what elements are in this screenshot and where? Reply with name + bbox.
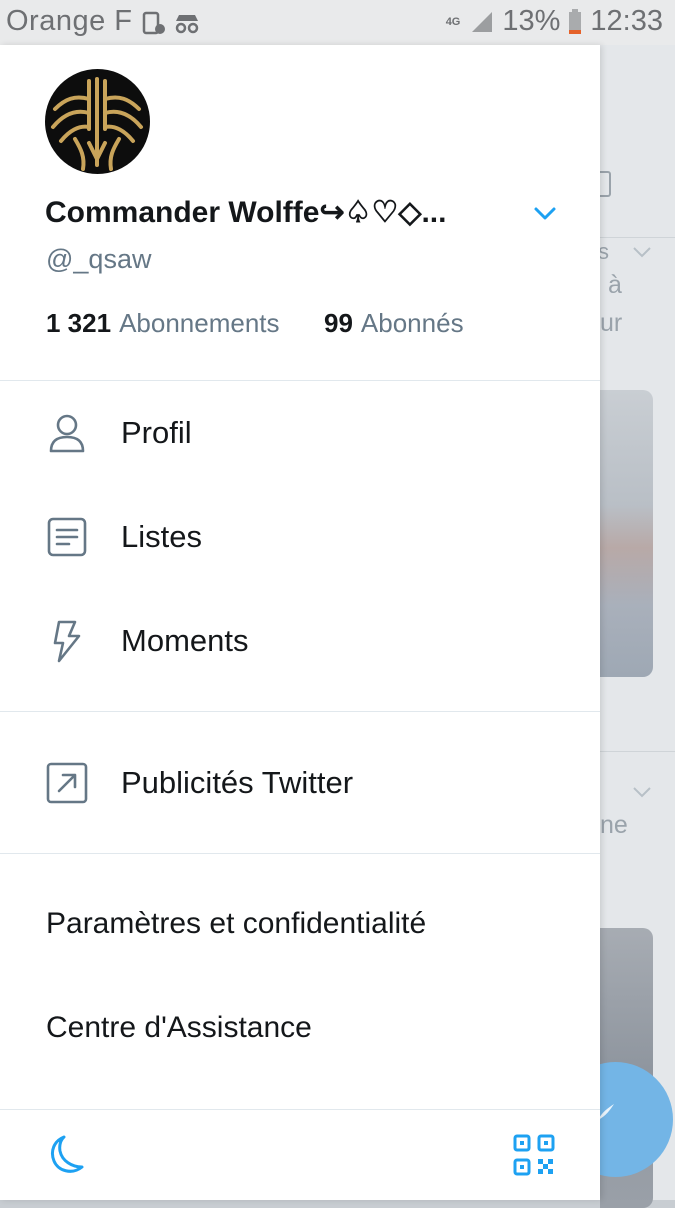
media-thumbnail[interactable] xyxy=(600,390,653,677)
divider xyxy=(0,380,600,381)
network-type: 4G xyxy=(445,15,461,28)
follow-stats: 1 321 Abonnements 99 Abonnés xyxy=(46,308,464,339)
menu-item-lists[interactable]: Listes xyxy=(0,489,600,589)
avatar-emblem-icon xyxy=(51,77,143,171)
external-link-icon xyxy=(46,762,88,804)
battery-icon xyxy=(569,8,582,34)
navigation-drawer: Commander Wolffe↪♤♡◇... @_qsaw 1 321 Abon… xyxy=(0,45,600,1200)
avatar[interactable] xyxy=(45,69,150,174)
followers-label: Abonnés xyxy=(360,308,464,338)
moon-icon[interactable] xyxy=(46,1133,90,1177)
status-notification-icons xyxy=(142,10,202,43)
clock: 12:33 xyxy=(590,5,663,37)
timeline-fragment: à xyxy=(608,271,622,299)
list-icon xyxy=(47,517,87,557)
menu-item-label: Listes xyxy=(121,519,202,554)
sim-icon xyxy=(142,11,199,35)
background-timeline: s à ur ne xyxy=(597,45,675,1208)
incognito-icon xyxy=(175,15,199,34)
timeline-fragment: ne xyxy=(600,811,628,839)
chevron-down-icon[interactable] xyxy=(532,203,558,223)
settings-privacy-link[interactable]: Paramètres et confidentialité xyxy=(46,907,426,941)
qr-code-icon[interactable] xyxy=(512,1133,556,1177)
divider xyxy=(0,853,600,854)
lightning-icon xyxy=(53,620,81,663)
following-label: Abonnements xyxy=(119,308,280,338)
status-bar: Orange F 4G 13% 12:33 xyxy=(0,0,675,45)
menu-item-profile[interactable]: Profil xyxy=(0,385,600,485)
followers-count: 99 xyxy=(324,308,353,338)
menu-item-label: Moments xyxy=(121,623,249,658)
timeline-fragment: ur xyxy=(600,309,623,337)
help-center-link[interactable]: Centre d'Assistance xyxy=(46,1011,312,1045)
menu-item-label: Profil xyxy=(121,415,192,450)
display-name[interactable]: Commander Wolffe↪♤♡◇... xyxy=(45,195,446,230)
following-count: 1 321 xyxy=(46,308,112,338)
divider xyxy=(0,1109,600,1110)
battery-percent: 13% xyxy=(502,5,561,37)
following-link[interactable]: 1 321 Abonnements xyxy=(46,308,280,338)
menu-item-label: Publicités Twitter xyxy=(121,765,354,800)
carrier-name: Orange F xyxy=(6,5,133,37)
chevron-down-icon[interactable] xyxy=(632,785,652,799)
chevron-down-icon[interactable] xyxy=(632,245,652,259)
menu-item-twitter-ads[interactable]: Publicités Twitter xyxy=(0,735,600,835)
divider xyxy=(0,711,600,712)
menu-item-moments[interactable]: Moments xyxy=(0,593,600,693)
followers-link[interactable]: 99 Abonnés xyxy=(324,308,464,338)
signal-icon xyxy=(472,11,493,32)
person-icon xyxy=(49,414,85,453)
user-handle: @_qsaw xyxy=(46,244,152,274)
